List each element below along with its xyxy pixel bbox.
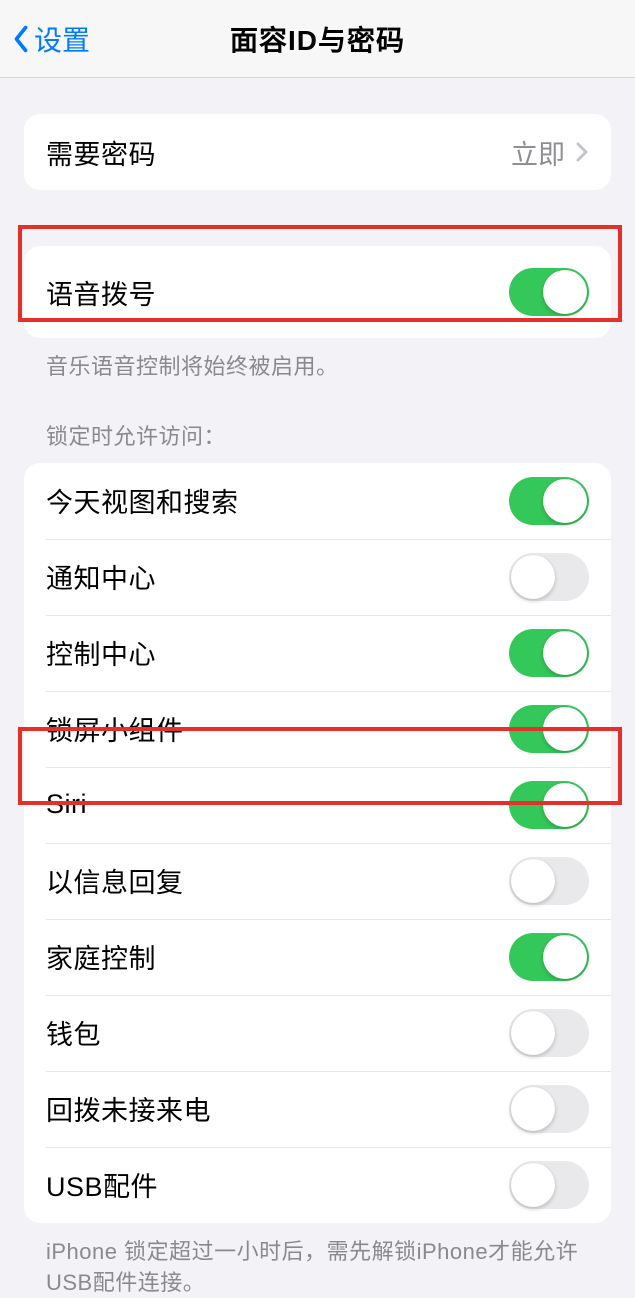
switch-access-item[interactable]	[509, 629, 589, 677]
switch-access-item[interactable]	[509, 477, 589, 525]
switch-access-item[interactable]	[509, 1161, 589, 1209]
switch-access-item[interactable]	[509, 1085, 589, 1133]
row-access-item: 家庭控制	[24, 919, 611, 995]
row-label: 今天视图和搜索	[46, 481, 239, 520]
row-access-item: 今天视图和搜索	[24, 463, 611, 539]
row-label: Siri	[46, 789, 87, 820]
row-label: 需要密码	[46, 133, 156, 172]
switch-access-item[interactable]	[509, 933, 589, 981]
row-access-item: 钱包	[24, 995, 611, 1071]
row-value: 立即	[511, 133, 565, 172]
usb-footer: iPhone 锁定超过一小时后，需先解锁iPhone才能允许USB配件连接。	[24, 1223, 611, 1298]
row-label: 家庭控制	[46, 937, 156, 976]
row-label: 通知中心	[46, 557, 156, 596]
row-label: 以信息回复	[46, 861, 184, 900]
row-label: 语音拨号	[46, 273, 156, 312]
row-label: 钱包	[46, 1013, 101, 1052]
voice-dial-footer: 音乐语音控制将始终被启用。	[24, 338, 611, 383]
switch-voice-dial[interactable]	[509, 268, 589, 316]
row-access-item: 锁屏小组件	[24, 691, 611, 767]
switch-access-item[interactable]	[509, 857, 589, 905]
row-require-passcode[interactable]: 需要密码 立即	[24, 114, 611, 190]
row-label: USB配件	[46, 1165, 158, 1204]
switch-access-item[interactable]	[509, 705, 589, 753]
row-access-item: 回拨未接来电	[24, 1071, 611, 1147]
row-access-item: 控制中心	[24, 615, 611, 691]
row-access-item: USB配件	[24, 1147, 611, 1223]
chevron-left-icon	[10, 22, 32, 56]
group-lock-access: 今天视图和搜索通知中心控制中心锁屏小组件 Siri 以信息回复家庭控制钱包回拨未接来…	[24, 463, 611, 1223]
back-label: 设置	[34, 19, 90, 59]
row-access-item: Siri	[24, 767, 611, 843]
group-require-passcode: 需要密码 立即	[24, 114, 611, 190]
access-header: 锁定时允许访问：	[24, 383, 611, 451]
row-voice-dial: 语音拨号	[24, 246, 611, 338]
group-voice-dial: 语音拨号	[24, 246, 611, 338]
row-right: 立即	[511, 133, 589, 172]
row-access-item: 以信息回复	[24, 843, 611, 919]
switch-access-item[interactable]	[509, 781, 589, 829]
row-label: 回拨未接来电	[46, 1089, 211, 1128]
row-label: 锁屏小组件	[46, 709, 184, 748]
row-label: 控制中心	[46, 633, 156, 672]
switch-access-item[interactable]	[509, 553, 589, 601]
page-title: 面容ID与密码	[230, 19, 405, 59]
back-button[interactable]: 设置	[10, 19, 90, 59]
row-access-item: 通知中心	[24, 539, 611, 615]
chevron-right-icon	[575, 141, 589, 163]
switch-access-item[interactable]	[509, 1009, 589, 1057]
navbar: 设置 面容ID与密码	[0, 0, 635, 78]
